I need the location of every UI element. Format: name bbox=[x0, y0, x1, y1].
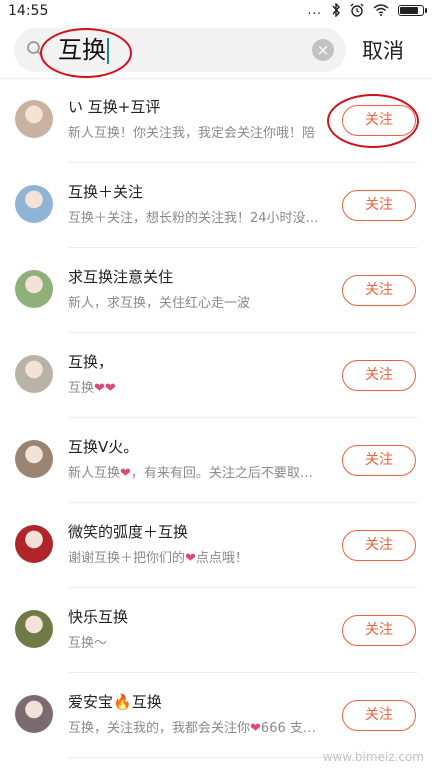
name-text-2: 互换 bbox=[131, 693, 162, 711]
battery-level bbox=[400, 6, 418, 14]
user-desc: 互换，关注我的，我都会关注你❤666 支… bbox=[68, 717, 330, 736]
watermark: www.bimeiz.com bbox=[322, 750, 424, 764]
user-name: 快乐互换 bbox=[68, 608, 129, 626]
user-name: 微笑的弧度＋互换 bbox=[68, 523, 189, 541]
status-icons: ... bbox=[307, 3, 427, 17]
avatar[interactable] bbox=[15, 270, 53, 308]
follow-button[interactable]: 关注 bbox=[342, 105, 416, 136]
follow-button[interactable]: 关注 bbox=[342, 530, 416, 561]
follow-button[interactable]: 关注 bbox=[342, 445, 416, 476]
list-item[interactable]: 互换＋关注 互换＋关注，想长粉的关注我！24小时没… 关注 bbox=[0, 163, 432, 248]
result-list: い 互换+互评 新人互换！你关注我，我定会关注你哦！陪 关注 互换＋关注 互换＋… bbox=[0, 78, 432, 758]
signal-dots: ... bbox=[307, 3, 322, 17]
heart-icon: ❤ bbox=[185, 551, 196, 566]
follow-button[interactable]: 关注 bbox=[342, 275, 416, 306]
follow-button[interactable]: 关注 bbox=[342, 700, 416, 731]
avatar[interactable] bbox=[15, 100, 53, 138]
list-item[interactable]: 微笑的弧度＋互换 谢谢互换＋把你们的❤点点哦！ 关注 bbox=[0, 503, 432, 588]
user-name: 互换V火。 bbox=[68, 438, 139, 456]
status-bar: 14:55 ... bbox=[0, 0, 432, 24]
bluetooth-icon bbox=[332, 3, 340, 17]
battery-icon bbox=[398, 4, 427, 16]
list-item[interactable]: 求互换注意关住 新人，求互换，关住红心走一波 关注 bbox=[0, 248, 432, 333]
desc-text: 谢谢互换＋把你们的 bbox=[68, 551, 186, 566]
follow-button[interactable]: 关注 bbox=[342, 190, 416, 221]
user-desc: 新人互换！你关注我，我定会关注你哦！陪 bbox=[68, 126, 316, 141]
fire-icon: 🔥 bbox=[113, 693, 132, 711]
desc-text-2: 666 支… bbox=[260, 721, 316, 736]
heart-icon: ❤ bbox=[250, 721, 261, 736]
heart-icon: ❤ bbox=[120, 466, 131, 481]
user-name: 求互换注意关住 bbox=[68, 268, 174, 286]
desc-text-2: 点点哦！ bbox=[195, 551, 248, 566]
user-desc: 谢谢互换＋把你们的❤点点哦！ bbox=[68, 547, 330, 566]
list-item[interactable]: 快乐互换 互换～ 关注 bbox=[0, 588, 432, 673]
avatar[interactable] bbox=[15, 355, 53, 393]
avatar[interactable] bbox=[15, 185, 53, 223]
user-name: 互换， bbox=[68, 353, 114, 371]
desc-text: 互换 bbox=[68, 381, 95, 396]
user-desc: 互换❤❤ bbox=[68, 377, 330, 396]
user-desc: 互换＋关注，想长粉的关注我！24小时没… bbox=[68, 211, 319, 226]
user-desc: 互换～ bbox=[68, 636, 108, 651]
user-name: 互换＋关注 bbox=[68, 183, 144, 201]
list-item[interactable]: 互换V火。 新人互换❤，有来有回。关注之后不要取… 关注 bbox=[0, 418, 432, 503]
list-item[interactable]: 互换， 互换❤❤ 关注 bbox=[0, 333, 432, 418]
cancel-button[interactable]: 取消 bbox=[362, 36, 404, 66]
list-item[interactable]: 爱安宝🔥互换 互换，关注我的，我都会关注你❤666 支… 关注 bbox=[0, 673, 432, 758]
desc-text: 新人互换 bbox=[68, 466, 121, 481]
user-desc: 新人，求互换，关住红心走一波 bbox=[68, 296, 251, 311]
avatar[interactable] bbox=[15, 695, 53, 733]
avatar[interactable] bbox=[15, 440, 53, 478]
wifi-icon bbox=[373, 4, 389, 16]
search-header: 互换 × 取消 bbox=[0, 24, 432, 79]
avatar[interactable] bbox=[15, 610, 53, 648]
name-text: 爱安宝 bbox=[68, 693, 114, 711]
search-query[interactable]: 互换 bbox=[58, 34, 109, 66]
desc-text-2: ，有来有回。关注之后不要取… bbox=[130, 466, 313, 481]
avatar[interactable] bbox=[15, 525, 53, 563]
search-icon bbox=[27, 41, 43, 57]
user-desc: 新人互换❤，有来有回。关注之后不要取… bbox=[68, 462, 330, 481]
alarm-icon bbox=[350, 3, 364, 17]
status-time: 14:55 bbox=[8, 3, 49, 19]
list-item[interactable]: い 互换+互评 新人互换！你关注我，我定会关注你哦！陪 关注 bbox=[0, 78, 432, 163]
text-caret bbox=[107, 38, 109, 64]
clear-icon[interactable]: × bbox=[312, 39, 334, 61]
user-name: 爱安宝🔥互换 bbox=[68, 691, 162, 712]
follow-button[interactable]: 关注 bbox=[342, 615, 416, 646]
search-input[interactable]: 互换 × bbox=[14, 28, 346, 72]
search-query-text: 互换 bbox=[58, 36, 106, 64]
follow-button[interactable]: 关注 bbox=[342, 360, 416, 391]
heart-icon: ❤❤ bbox=[94, 381, 116, 396]
user-name: い 互换+互评 bbox=[68, 98, 161, 116]
desc-text: 互换，关注我的，我都会关注你 bbox=[68, 721, 251, 736]
